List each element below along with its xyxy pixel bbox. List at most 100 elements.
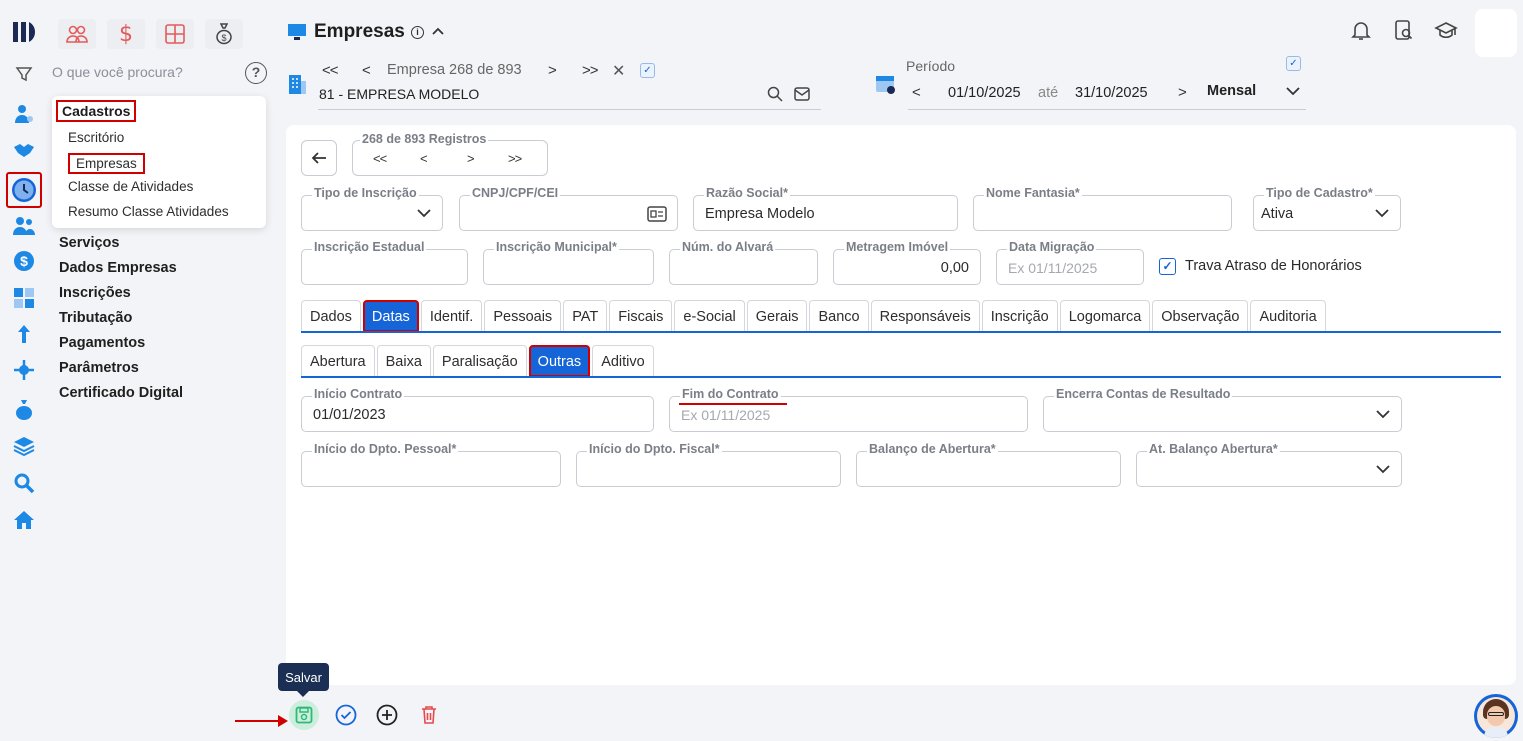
first-company-button[interactable]: << <box>322 62 339 79</box>
date-from[interactable]: 01/10/2025 <box>948 85 1021 101</box>
search-company-icon[interactable] <box>767 86 783 107</box>
balanco-abertura-field[interactable]: Balanço de Abertura* <box>856 442 1121 487</box>
subtab-baixa[interactable]: Baixa <box>376 345 431 377</box>
at-balanco-select[interactable]: At. Balanço Abertura* <box>1136 442 1402 487</box>
subtab-paralisacao[interactable]: Paralisação <box>432 345 527 377</box>
nav-dados-empresas[interactable]: Dados Empresas <box>59 260 177 276</box>
tab-dados[interactable]: Dados <box>301 300 361 332</box>
menu-item-empresas[interactable]: Empresas <box>68 153 145 174</box>
insc-municipal-field[interactable]: Inscrição Municipal* <box>483 240 654 285</box>
nav-certificado-digital[interactable]: Certificado Digital <box>59 385 183 401</box>
back-button[interactable] <box>301 140 337 176</box>
tipo-cadastro-select[interactable]: Tipo de Cadastro* Ativa <box>1253 186 1401 231</box>
last-record-button[interactable]: >> <box>508 151 522 166</box>
dollar-icon[interactable]: $ <box>10 247 38 275</box>
period-checkbox[interactable]: ✓ <box>1286 56 1301 71</box>
inicio-fiscal-field[interactable]: Início do Dpto. Fiscal* <box>576 442 841 487</box>
id-card-icon[interactable] <box>647 206 667 222</box>
prev-record-button[interactable]: < <box>420 151 428 166</box>
home-icon[interactable] <box>10 506 38 534</box>
tab-inscricao[interactable]: Inscrição <box>981 300 1058 332</box>
first-record-button[interactable]: << <box>373 151 387 166</box>
filter-icon[interactable] <box>10 60 38 88</box>
graduation-cap-icon[interactable] <box>1434 21 1458 46</box>
assistant-avatar[interactable] <box>1474 694 1518 738</box>
tab-logomarca[interactable]: Logomarca <box>1059 300 1151 332</box>
menu-header-cadastros[interactable]: Cadastros <box>56 100 137 122</box>
tipo-inscricao-select[interactable]: Tipo de Inscrição <box>301 186 443 231</box>
tab-esocial[interactable]: e-Social <box>674 300 745 332</box>
date-to[interactable]: 31/10/2025 <box>1075 85 1148 101</box>
inicio-pessoal-field[interactable]: Início do Dpto. Pessoal* <box>301 442 561 487</box>
fim-contrato-field[interactable]: Fim do Contrato Ex 01/11/2025 <box>669 387 1028 432</box>
menu-item-resumo-classe[interactable]: Resumo Classe Atividades <box>68 204 229 219</box>
tab-auditoria[interactable]: Auditoria <box>1250 300 1326 332</box>
last-company-button[interactable]: >> <box>582 62 599 79</box>
tab-observacao[interactable]: Observação <box>1152 300 1249 332</box>
team-icon[interactable] <box>58 19 96 49</box>
close-icon[interactable]: ✕ <box>612 61 625 81</box>
nav-pagamentos[interactable]: Pagamentos <box>59 335 145 351</box>
layers-icon[interactable] <box>10 432 38 460</box>
nav-servicos[interactable]: Serviços <box>59 235 119 251</box>
prev-company-button[interactable]: < <box>362 62 371 79</box>
app-logo[interactable] <box>10 18 38 46</box>
clock-icon[interactable] <box>6 172 42 208</box>
company-checkbox[interactable]: ✓ <box>640 63 655 78</box>
handshake-icon[interactable] <box>10 136 38 164</box>
add-button[interactable] <box>372 700 402 730</box>
menu-item-escritorio[interactable]: Escritório <box>68 130 124 145</box>
document-search-icon[interactable] <box>1394 20 1414 47</box>
nav-inscricoes[interactable]: Inscrições <box>59 285 131 301</box>
insc-estadual-field[interactable]: Inscrição Estadual <box>301 240 468 285</box>
info-icon[interactable]: i <box>411 26 424 39</box>
calculator-icon[interactable] <box>10 284 38 312</box>
subtab-abertura[interactable]: Abertura <box>301 345 375 377</box>
period-type-select[interactable]: Mensal <box>1207 83 1256 99</box>
razao-social-field[interactable]: Razão Social* Empresa Modelo <box>693 186 958 231</box>
bell-icon[interactable] <box>1351 20 1371 47</box>
network-icon[interactable] <box>10 356 38 384</box>
tab-gerais[interactable]: Gerais <box>746 300 808 332</box>
people-icon[interactable] <box>10 212 38 240</box>
help-icon[interactable]: ? <box>245 62 267 84</box>
tab-pat[interactable]: PAT <box>563 300 608 332</box>
global-search-input[interactable]: O que você procura? <box>52 64 183 80</box>
cnpj-field[interactable]: CNPJ/CPF/CEI <box>459 186 678 231</box>
delete-button[interactable] <box>414 700 444 730</box>
save-button[interactable] <box>289 700 319 730</box>
money-bag-icon[interactable] <box>10 396 38 424</box>
metragem-field[interactable]: Metragem Imóvel 0,00 <box>833 240 981 285</box>
tab-fiscais[interactable]: Fiscais <box>609 300 673 332</box>
next-company-button[interactable]: > <box>548 62 557 79</box>
nav-parametros[interactable]: Parâmetros <box>59 360 139 376</box>
user-settings-icon[interactable] <box>10 100 38 128</box>
subtab-outras[interactable]: Outras <box>528 345 591 377</box>
menu-item-classe-atividades[interactable]: Classe de Atividades <box>68 179 193 194</box>
calculator-grid-icon[interactable] <box>156 19 194 49</box>
tab-pessoais[interactable]: Pessoais <box>484 300 562 332</box>
prev-period-button[interactable]: < <box>912 84 921 101</box>
money-sack-icon[interactable]: $ <box>205 19 243 49</box>
tab-responsaveis[interactable]: Responsáveis <box>870 300 980 332</box>
next-period-button[interactable]: > <box>1178 84 1187 101</box>
trava-checkbox[interactable]: ✓ <box>1159 258 1176 275</box>
num-alvara-field[interactable]: Núm. do Alvará <box>669 240 818 285</box>
upload-arrow-icon[interactable] <box>10 320 38 348</box>
encerra-contas-select[interactable]: Encerra Contas de Resultado <box>1043 387 1402 432</box>
nome-fantasia-field[interactable]: Nome Fantasia* <box>973 186 1232 231</box>
subtab-aditivo[interactable]: Aditivo <box>592 345 654 377</box>
tab-banco[interactable]: Banco <box>809 300 869 332</box>
inicio-contrato-field[interactable]: Início Contrato 01/01/2023 <box>301 387 654 432</box>
dollar-sign-icon[interactable]: $ <box>107 19 145 49</box>
user-avatar-box[interactable] <box>1475 9 1517 57</box>
search-icon[interactable] <box>10 469 38 497</box>
next-record-button[interactable]: > <box>467 151 475 166</box>
mail-icon[interactable] <box>794 87 810 106</box>
tab-datas[interactable]: Datas <box>362 300 419 332</box>
confirm-button[interactable] <box>331 700 361 730</box>
data-migracao-field[interactable]: Data Migração Ex 01/11/2025 <box>996 240 1144 285</box>
nav-tributacao[interactable]: Tributação <box>59 310 132 326</box>
chevron-up-icon[interactable] <box>431 24 445 41</box>
chevron-down-icon[interactable] <box>1285 84 1301 103</box>
